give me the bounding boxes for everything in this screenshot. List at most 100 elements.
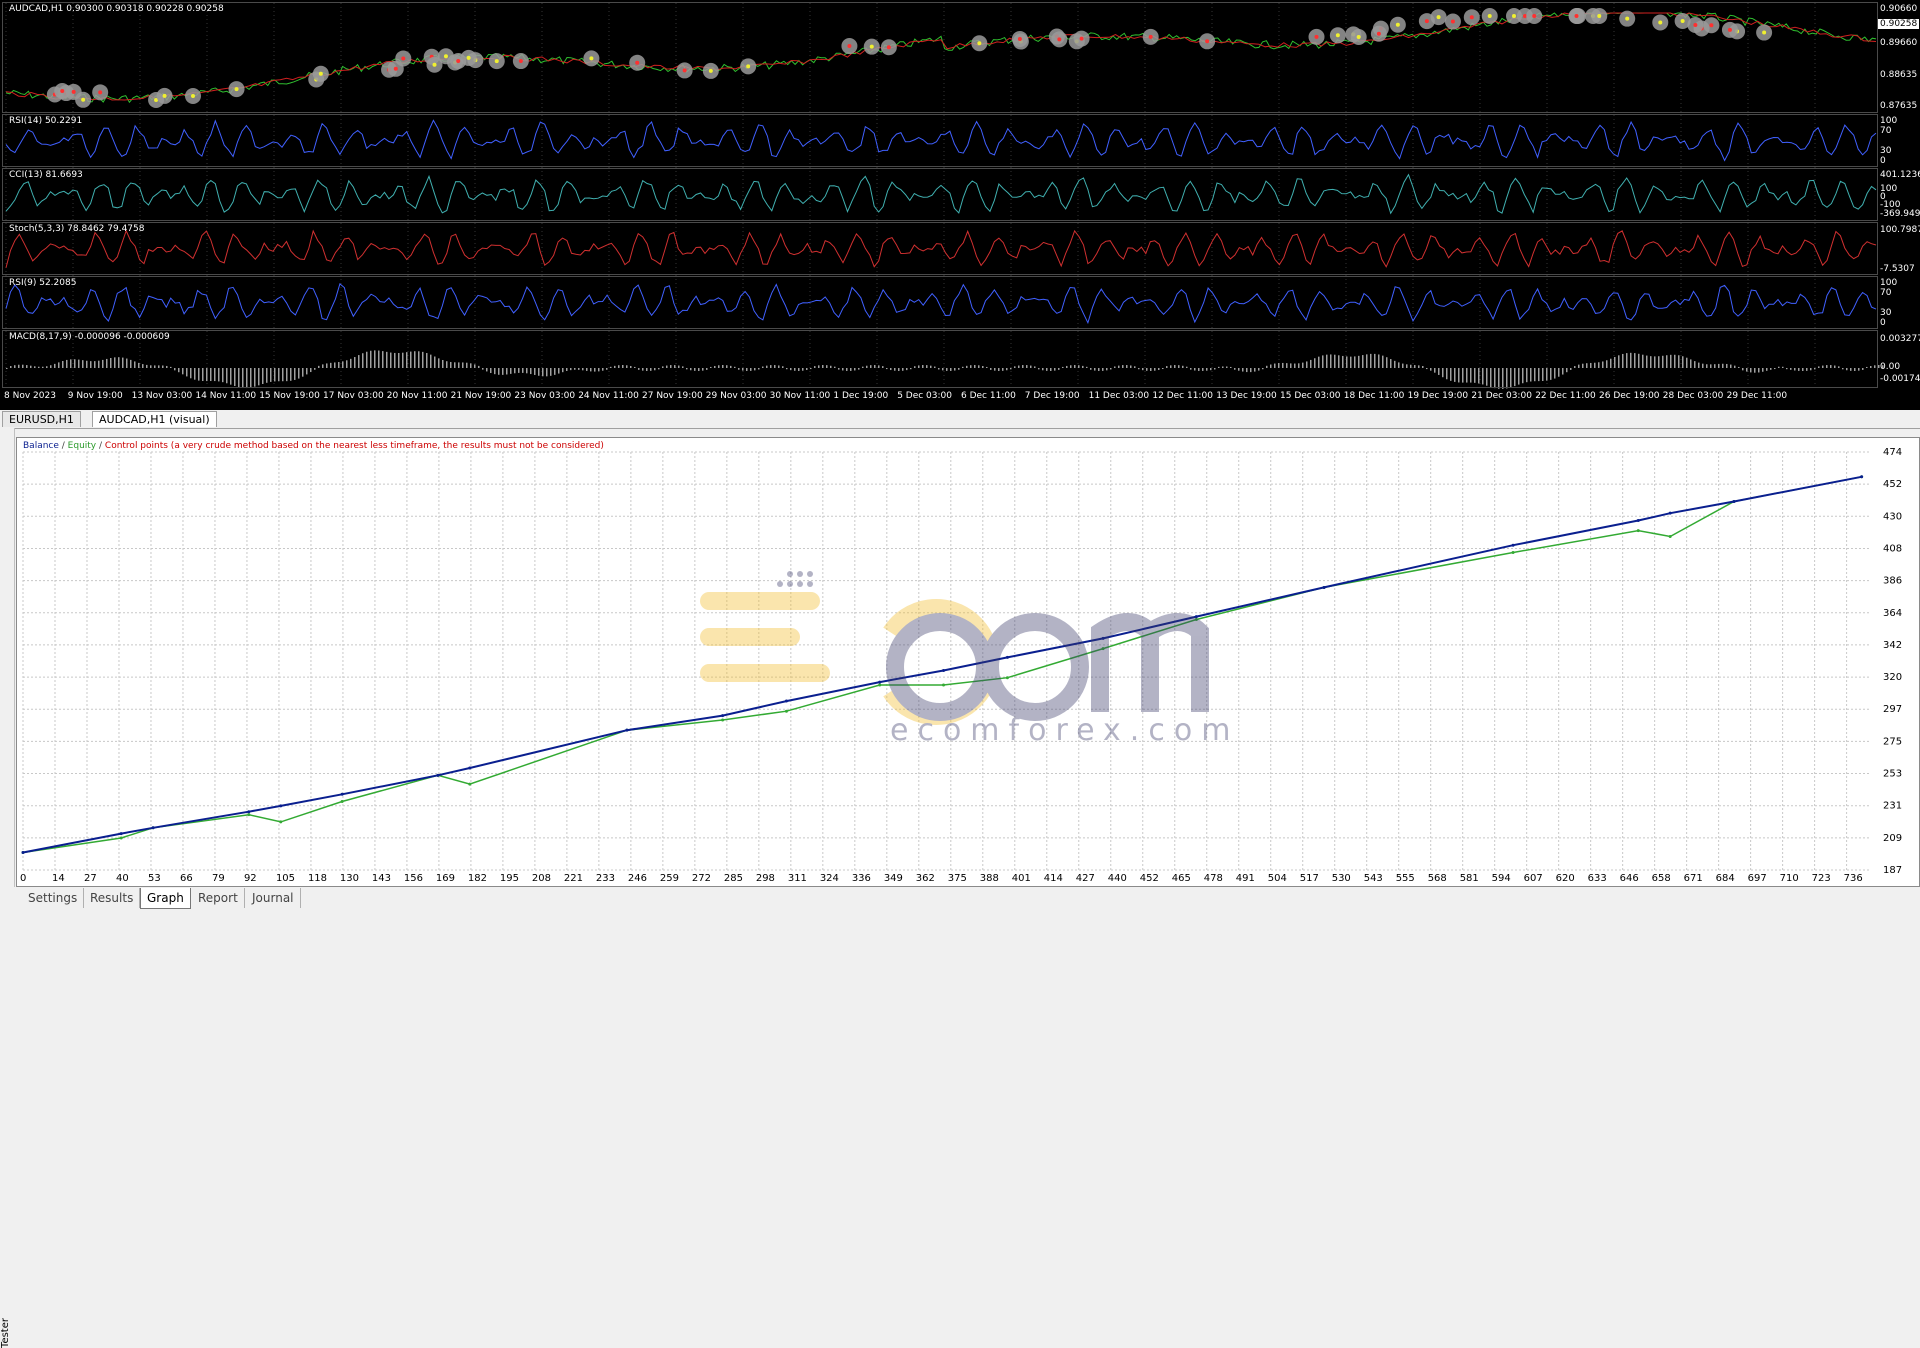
time-axis-label: 29 Dec 11:00	[1726, 391, 1788, 401]
data-point-balance	[721, 714, 725, 718]
time-axis-label: 15 Dec 03:00	[1280, 391, 1341, 401]
x-tick-label: 517	[1300, 873, 1319, 884]
tester-graph[interactable]: 474 452 430 408 386 364 342 320 297 275 253 231 209 1…	[16, 437, 1920, 887]
x-tick-label: 491	[1236, 873, 1255, 884]
x-tick-label: 156	[404, 873, 423, 884]
data-point-balance	[279, 804, 283, 808]
x-tick-label: 208	[532, 873, 551, 884]
data-point-balance	[468, 766, 472, 770]
macd-pane[interactable]: MACD(8,17,9) -0.000096 -0.000609	[2, 330, 1878, 388]
x-tick-label: 105	[276, 873, 295, 884]
current-price-label: 0.90258	[1878, 19, 1920, 29]
time-axis-label: 15 Nov 19:00	[259, 391, 320, 401]
data-point-equity	[247, 813, 251, 817]
x-tick-label: 53	[148, 873, 161, 884]
cci-scale-label: 401.1236	[1880, 170, 1920, 180]
tab-graph[interactable]: Graph	[140, 888, 191, 909]
time-axis-label: 28 Dec 03:00	[1662, 391, 1724, 401]
time-axis-label: 9 Nov 19:00	[67, 391, 123, 401]
stoch-scale-label: -7.5307	[1880, 264, 1915, 274]
x-tick-label: 311	[788, 873, 807, 884]
rsi9-pane[interactable]: RSI(9) 52.2085	[2, 276, 1878, 329]
legend-control-points: Control points (a very crude method base…	[104, 441, 604, 451]
data-point-equity	[119, 836, 123, 840]
data-point-balance	[1636, 518, 1640, 522]
x-tick-label: 414	[1044, 873, 1063, 884]
x-tick-label: 607	[1524, 873, 1543, 884]
x-tick-label: 388	[980, 873, 999, 884]
data-point-balance	[1322, 585, 1326, 589]
data-point-equity	[784, 709, 788, 713]
tab-journal[interactable]: Journal	[246, 888, 301, 908]
balance-graph-svg: 474 452 430 408 386 364 342 320 297 275 253 231 209 1…	[20, 447, 1902, 884]
x-tick-label: 182	[468, 873, 487, 884]
rsi9-scale-label: 0	[1880, 318, 1886, 328]
stoch-pane[interactable]: Stoch(5,3,3) 78.8462 79.4758	[2, 222, 1878, 275]
cci-pane[interactable]: CCI(13) 81.6693	[2, 168, 1878, 221]
time-axis-label: 18 Dec 11:00	[1343, 391, 1405, 401]
tester-label: Tester	[0, 1318, 11, 1348]
tab-settings[interactable]: Settings	[22, 888, 85, 908]
x-tick-label: 543	[1364, 873, 1383, 884]
x-tick-label: 375	[948, 873, 967, 884]
time-axis-label: 26 Dec 19:00	[1599, 391, 1660, 401]
y-tick-label: 187	[1883, 865, 1902, 876]
time-axis-label: 14 Nov 11:00	[195, 391, 257, 401]
y-tick-label: 320	[1883, 672, 1902, 683]
rsi14-pane[interactable]: RSI(14) 50.2291	[2, 114, 1878, 167]
x-tick-label: 401	[1012, 873, 1031, 884]
data-point-equity	[942, 683, 946, 687]
x-tick-label: 427	[1076, 873, 1095, 884]
data-point-balance	[119, 832, 123, 836]
time-axis-label: 21 Nov 19:00	[450, 391, 512, 401]
x-tick-label: 298	[756, 873, 775, 884]
x-tick-label: 581	[1460, 873, 1479, 884]
x-tick-label: 0	[20, 873, 26, 884]
data-point-balance	[340, 792, 344, 796]
time-axis-label: 6 Dec 11:00	[961, 391, 1016, 401]
time-axis-label: 27 Nov 19:00	[642, 391, 703, 401]
legend-balance: Balance	[23, 441, 59, 451]
x-tick-label: 259	[660, 873, 679, 884]
x-tick-label: 620	[1556, 873, 1575, 884]
x-tick-label: 143	[372, 873, 391, 884]
cci-scale-label: -369.9498	[1880, 209, 1920, 219]
time-axis-label: 23 Nov 03:00	[514, 391, 576, 401]
price-scale-label: 0.89660	[1880, 38, 1918, 48]
chart-tab-audcad[interactable]: AUDCAD,H1 (visual)	[92, 411, 217, 427]
time-axis: 8 Nov 2023 9 Nov 19:00 13 Nov 03:00 14 Nov …	[0, 390, 1920, 404]
macd-scale-label: -0.001747	[1880, 374, 1920, 384]
time-axis-label: 24 Nov 11:00	[578, 391, 639, 401]
cci-label: CCI(13) 81.6693	[9, 170, 83, 180]
chart-tab-eurusd[interactable]: EURUSD,H1	[2, 411, 81, 427]
stoch-label: Stoch(5,3,3) 78.8462 79.4758	[9, 224, 145, 234]
data-point-equity	[1668, 534, 1672, 538]
stoch-scale-label: 100.7987	[1880, 225, 1920, 235]
x-tick-label: 530	[1332, 873, 1351, 884]
x-tick-label: 92	[244, 873, 257, 884]
data-point-balance	[436, 773, 440, 777]
x-tick-label: 233	[596, 873, 615, 884]
price-pane[interactable]: AUDCAD,H1 0.90300 0.90318 0.90228 0.9025…	[2, 2, 1878, 113]
chart-window[interactable]: AUDCAD,H1 0.90300 0.90318 0.90228 0.9025…	[0, 0, 1920, 410]
data-point-balance	[1005, 655, 1009, 659]
x-tick-label: 324	[820, 873, 839, 884]
legend-equity: Equity	[67, 441, 97, 451]
time-axis-label: 21 Dec 03:00	[1471, 391, 1532, 401]
data-point-equity	[1511, 550, 1515, 554]
macd-scale-label: 0.00	[1880, 362, 1901, 372]
tab-report[interactable]: Report	[192, 888, 245, 908]
series-line-equity	[22, 476, 1862, 854]
data-point-equity	[340, 800, 344, 804]
tab-results[interactable]: Results	[84, 888, 141, 908]
time-axis-label: 7 Dec 19:00	[1024, 391, 1080, 401]
x-tick-label: 79	[212, 873, 225, 884]
x-tick-label: 27	[84, 873, 97, 884]
x-tick-label: 504	[1268, 873, 1287, 884]
y-tick-label: 342	[1883, 640, 1902, 651]
data-point-balance	[21, 851, 25, 855]
x-tick-label: 684	[1716, 873, 1735, 884]
x-tick-label: 66	[180, 873, 193, 884]
data-point-equity	[721, 718, 725, 722]
x-tick-label: 671	[1684, 873, 1703, 884]
